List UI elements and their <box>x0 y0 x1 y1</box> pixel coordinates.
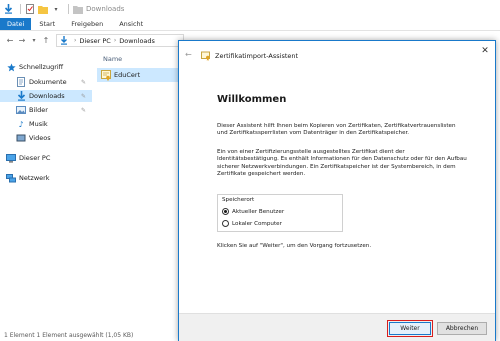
store-location-group: Speicherort Aktueller Benutzer Lokaler C… <box>217 194 343 232</box>
file-name: EduCert <box>114 71 141 79</box>
pin-icon[interactable]: ✎ <box>81 93 86 100</box>
tab-freigeben[interactable]: Freigeben <box>63 18 111 30</box>
pin-icon[interactable]: ✎ <box>81 79 86 86</box>
sidebar-item-videos[interactable]: Videos <box>0 132 92 144</box>
radio-local-machine[interactable]: Lokaler Computer <box>222 220 282 227</box>
wizard-heading: Willkommen <box>217 94 287 105</box>
next-button[interactable]: Weiter <box>387 320 433 337</box>
cancel-button[interactable]: Abbrechen <box>437 322 487 335</box>
document-icon <box>16 77 26 87</box>
tab-datei[interactable]: Datei <box>0 18 32 30</box>
sidebar-item-downloads[interactable]: Downloads ✎ <box>0 90 92 102</box>
wizard-title: Zertifikatimport-Assistent <box>215 52 299 60</box>
radio-button-selected[interactable] <box>222 208 229 215</box>
certificate-file-icon <box>100 69 111 81</box>
sidebar-item-label: Musik <box>29 120 48 128</box>
certificate-wizard-icon <box>201 51 211 61</box>
sidebar-item-network[interactable]: Netzwerk <box>0 172 92 184</box>
pin-icon[interactable]: ✎ <box>81 107 86 114</box>
breadcrumb-downloads[interactable]: Downloads <box>119 37 155 45</box>
store-location-label: Speicherort <box>222 197 255 203</box>
sidebar-item-pictures[interactable]: Bilder ✎ <box>0 104 92 116</box>
ribbon-tabs: Datei Start Freigeben Ansicht <box>0 18 500 31</box>
wizard-header: ← Zertifikatimport-Assistent ✕ <box>179 41 495 71</box>
music-icon: ♪ <box>18 119 24 129</box>
chevron-right-icon: › <box>74 37 77 44</box>
star-icon <box>6 62 16 72</box>
sidebar-item-documents[interactable]: Dokumente ✎ <box>0 76 92 88</box>
certificate-import-wizard: ← Zertifikatimport-Assistent ✕ Willkomme… <box>178 40 496 341</box>
file-row-educert[interactable]: EduCert <box>97 68 180 82</box>
radio-label: Aktueller Benutzer <box>232 208 285 215</box>
address-bar[interactable]: › Dieser PC › Downloads <box>56 34 184 47</box>
recent-chevron-icon[interactable]: ▾ <box>28 35 40 47</box>
up-button[interactable]: ↑ <box>40 35 52 47</box>
download-icon <box>16 91 26 101</box>
file-list: Name EduCert <box>97 53 180 323</box>
separator <box>20 4 21 14</box>
status-bar: 1 Element 1 Element ausgewählt (1,05 KB) <box>4 332 134 339</box>
close-icon[interactable]: ✕ <box>479 45 491 57</box>
sidebar-item-label: Dokumente <box>29 78 67 86</box>
sidebar-item-label: Downloads <box>29 92 65 100</box>
folder-icon <box>73 4 83 14</box>
sidebar-item-label: Dieser PC <box>19 154 51 162</box>
wizard-description-text: Ein von einer Zertifizierungsstelle ausg… <box>217 149 467 177</box>
wizard-continue-text: Klicken Sie auf "Weiter", um den Vorgang… <box>217 243 372 249</box>
computer-icon <box>6 153 16 163</box>
tab-ansicht[interactable]: Ansicht <box>111 18 151 30</box>
sidebar-item-label: Bilder <box>29 106 48 114</box>
chevron-right-icon: › <box>113 37 117 44</box>
wizard-back-button[interactable]: ← <box>185 50 192 59</box>
column-header-name[interactable]: Name <box>103 55 122 63</box>
forward-button[interactable]: → <box>16 35 28 47</box>
picture-icon <box>16 105 26 115</box>
sidebar-item-this-pc[interactable]: Dieser PC <box>0 152 92 164</box>
window-title: Downloads <box>86 5 125 13</box>
network-icon <box>6 173 16 183</box>
sidebar-item-music[interactable]: ♪ Musik <box>0 118 92 130</box>
chevron-down-icon[interactable]: ▾ <box>51 4 61 14</box>
download-arrow-icon[interactable] <box>3 4 13 14</box>
sidebar-item-label: Videos <box>29 134 51 142</box>
new-folder-icon[interactable] <box>38 4 48 14</box>
sidebar-item-label: Netzwerk <box>19 174 50 182</box>
radio-button[interactable] <box>222 220 229 227</box>
tab-start[interactable]: Start <box>31 18 63 30</box>
wizard-footer: Weiter Abbrechen <box>179 313 495 341</box>
radio-current-user[interactable]: Aktueller Benutzer <box>222 208 284 215</box>
back-button[interactable]: ← <box>4 35 16 47</box>
download-arrow-icon <box>60 36 68 45</box>
properties-icon[interactable] <box>25 4 35 14</box>
separator <box>68 4 69 14</box>
navigation-pane: Schnellzugriff Dokumente ✎ Downloads ✎ B… <box>0 53 92 323</box>
wizard-intro-text: Dieser Assistent hilft Ihnen beim Kopier… <box>217 123 456 137</box>
explorer-title-bar: ▾ Downloads <box>0 0 500 18</box>
video-icon <box>16 133 26 143</box>
sidebar-item-label: Schnellzugriff <box>19 63 64 71</box>
breadcrumb-this-pc[interactable]: Dieser PC <box>79 37 110 45</box>
radio-label: Lokaler Computer <box>232 220 282 227</box>
sidebar-item-quick-access[interactable]: Schnellzugriff <box>0 61 92 73</box>
